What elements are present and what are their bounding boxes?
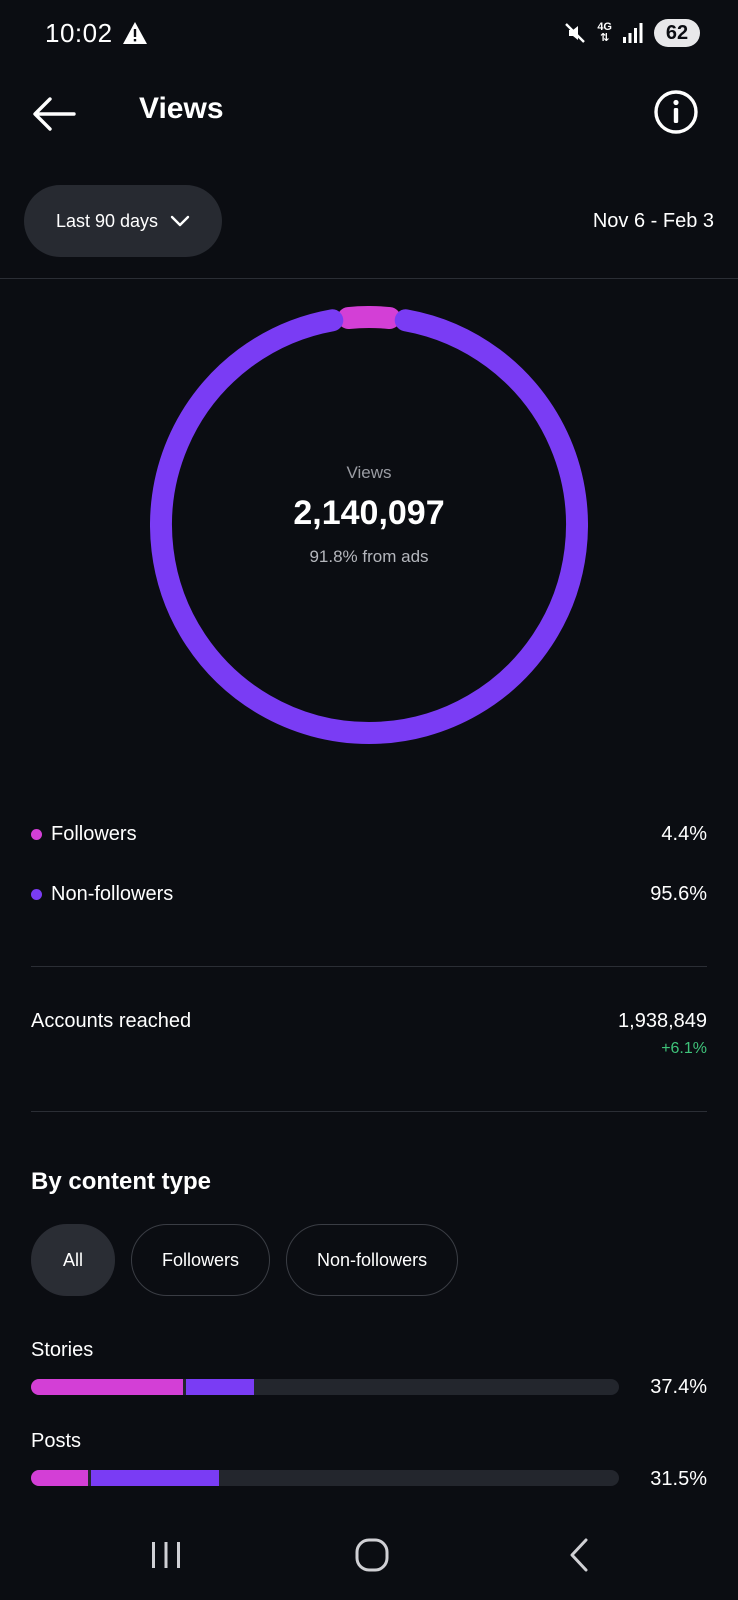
legend-label: Followers: [51, 823, 137, 845]
content-type-value-posts: 31.5%: [650, 1468, 707, 1490]
content-type-bar-stories: [31, 1379, 619, 1395]
content-type-label-stories: Stories: [31, 1339, 94, 1361]
filter-chip-followers[interactable]: Followers: [131, 1224, 271, 1296]
date-range-text: Nov 6 - Feb 3: [592, 210, 714, 232]
followers-dot: [31, 829, 42, 840]
network-indicator: 4G ⇅: [597, 22, 612, 44]
status-indicators: 4G ⇅ 62: [563, 16, 700, 50]
views-total: 2,140,097: [293, 494, 445, 532]
data-arrows-icon: ⇅: [600, 32, 610, 44]
date-range-selector[interactable]: Last 90 days: [24, 185, 222, 257]
section-title: By content type: [31, 1168, 212, 1195]
donut-segment-followers: [337, 306, 401, 330]
content-type-label-posts: Posts: [31, 1430, 82, 1452]
filter-chip-all[interactable]: All: [31, 1224, 115, 1296]
accounts-reached-label: Accounts reached: [31, 1010, 192, 1032]
legend-label: Non-followers: [51, 883, 174, 905]
page-title: Views: [139, 92, 224, 125]
content-type-bar-posts: [31, 1470, 619, 1486]
content-type-value-stories: 37.4%: [650, 1376, 707, 1398]
legend-followers: Followers 4.4%: [31, 823, 707, 846]
legend-value: 95.6%: [650, 883, 707, 905]
home-icon[interactable]: [352, 1535, 392, 1575]
divider: [31, 966, 707, 967]
status-time: 10:02: [45, 18, 113, 48]
recent-apps-icon[interactable]: [146, 1535, 186, 1575]
date-range-selector-label: Last 90 days: [55, 210, 159, 231]
legend-value: 4.4%: [661, 823, 707, 845]
signal-icon: [623, 23, 643, 43]
info-icon[interactable]: [652, 88, 700, 136]
stories-non-followers-segment: [185, 1379, 254, 1395]
divider: [0, 278, 738, 279]
posts-non-followers-segment: [91, 1470, 220, 1486]
stories-followers-segment: [31, 1379, 183, 1395]
legend-non-followers: Non-followers 95.6%: [31, 883, 707, 906]
non-followers-dot: [31, 889, 42, 900]
donut-label: Views: [346, 463, 392, 482]
nav-back-icon[interactable]: [560, 1535, 600, 1575]
accounts-reached-change: +6.1%: [661, 1040, 707, 1057]
content-filter-chips: All Followers Non-followers: [31, 1224, 459, 1296]
chevron-down-icon: [170, 215, 190, 227]
accounts-reached-value: 1,938,849: [618, 1010, 707, 1032]
ads-note: 91.8% from ads: [309, 547, 429, 566]
divider: [31, 1111, 707, 1112]
back-arrow-icon[interactable]: [30, 90, 78, 138]
posts-followers-segment: [31, 1470, 89, 1486]
battery-level: 62: [654, 19, 700, 47]
warning-icon: [123, 22, 147, 44]
mute-icon: [565, 23, 586, 43]
filter-chip-non-followers[interactable]: Non-followers: [286, 1224, 459, 1296]
